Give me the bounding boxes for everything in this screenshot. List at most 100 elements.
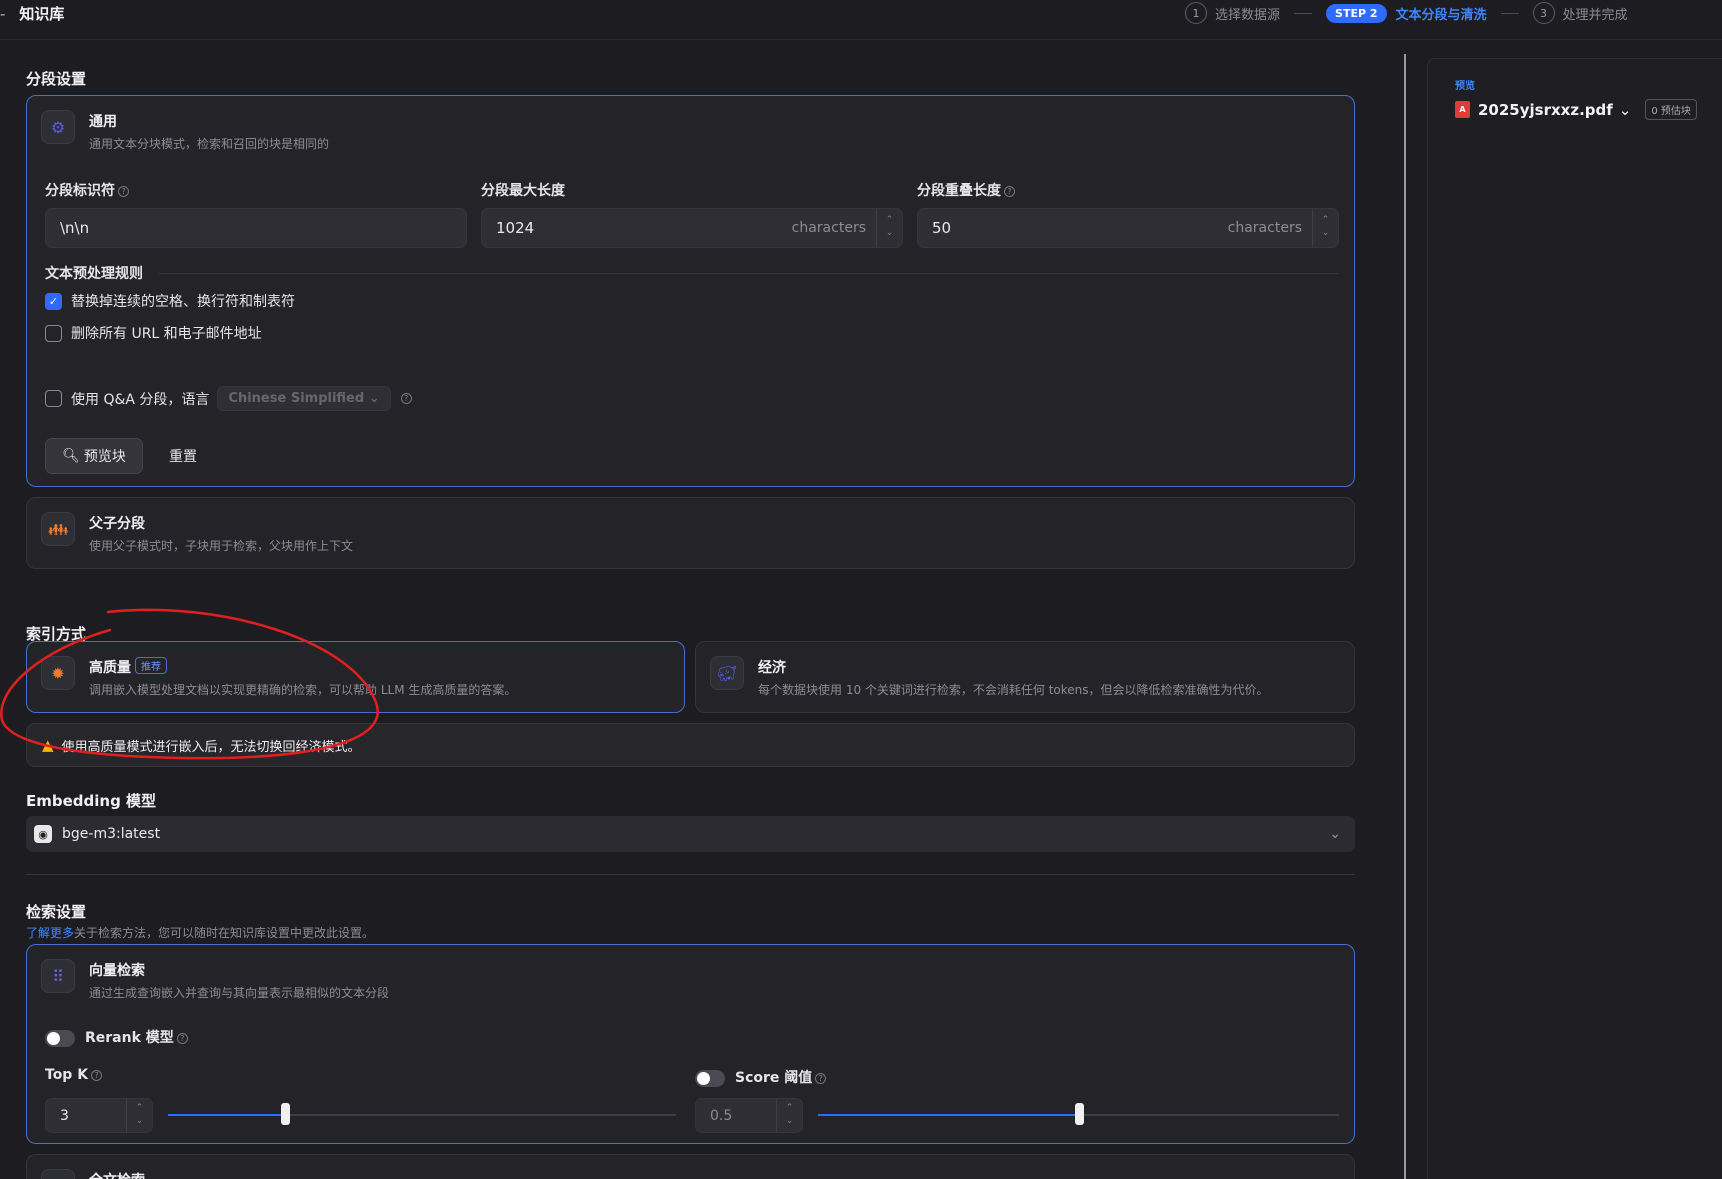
- info-icon[interactable]: ?: [118, 186, 129, 197]
- step-3-number: 3: [1532, 2, 1555, 24]
- pdf-icon: A: [1455, 101, 1470, 118]
- step-separator: [1294, 12, 1313, 14]
- high-quality-header: ✹ 高质量 推荐 调用嵌入模型处理文档以实现更精确的检索，可以帮助 LLM 生成高…: [41, 656, 516, 698]
- chevron-down-icon: ⌄: [1618, 100, 1632, 119]
- general-desc: 通用文本分块模式，检索和召回的块是相同的: [89, 137, 330, 151]
- vector-search-title: 向量检索: [89, 963, 145, 979]
- score-slider[interactable]: [818, 1103, 1339, 1125]
- separator-input[interactable]: \n\n: [45, 208, 467, 248]
- piggy-bank-icon: 🐖︎: [710, 656, 744, 690]
- fulltext-search-title: 全文检索: [89, 1170, 145, 1179]
- vector-search-header: ⠿ 向量检索 通过生成查询嵌入并查询与其向量表示最相似的文本分段: [41, 959, 389, 1001]
- stepper: 1 选择数据源 STEP 2 文本分段与清洗 3 处理并完成: [1185, 2, 1628, 24]
- learn-more-link[interactable]: 了解更多: [26, 926, 74, 940]
- gear-icon: ⚙: [41, 110, 75, 144]
- score-stepper[interactable]: ⌃ ⌄: [776, 1099, 802, 1132]
- check-icon[interactable]: ✓: [45, 292, 62, 310]
- max-length-label: 分段最大长度: [481, 183, 565, 199]
- topk-input[interactable]: 3 ⌃ ⌄: [45, 1098, 153, 1133]
- estimated-chunks-badge: 0 预估块: [1645, 99, 1697, 120]
- economy-desc: 每个数据块使用 10 个关键词进行检索，不会消耗任何 tokens，但会以降低检…: [758, 683, 1269, 697]
- info-icon[interactable]: ?: [400, 393, 412, 404]
- topk-slider-handle[interactable]: [281, 1103, 290, 1125]
- preview-panel: 预览 A 2025yjsrxxz.pdf ⌄ 0 预估块: [1427, 58, 1722, 1179]
- chevron-down-icon: ⌄: [1329, 826, 1341, 842]
- step-separator: [1500, 12, 1519, 14]
- economy-title: 经济: [758, 660, 786, 676]
- topk-slider[interactable]: [168, 1103, 676, 1125]
- economy-header: 🐖︎ 经济 每个数据块使用 10 个关键词进行检索，不会消耗任何 tokens，…: [710, 656, 1269, 698]
- qa-language-select[interactable]: Chinese Simplified ⌄: [217, 386, 391, 411]
- document-icon: ▤: [41, 1169, 75, 1179]
- qa-segment-row[interactable]: 使用 Q&A 分段，语言 Chinese Simplified ⌄ ?: [45, 386, 412, 411]
- grid-icon: ⠿: [41, 959, 75, 993]
- rerank-toggle[interactable]: [45, 1029, 75, 1047]
- page-title: - 知识库: [0, 5, 65, 23]
- checkbox-qa[interactable]: [45, 390, 62, 407]
- general-card-header: ⚙ 通用 通用文本分块模式，检索和召回的块是相同的: [41, 110, 329, 152]
- warning-icon: ▲: [42, 736, 54, 754]
- step-1-label: 选择数据源: [1215, 7, 1281, 23]
- economy-card[interactable]: 🐖︎ 经济 每个数据块使用 10 个关键词进行检索，不会消耗任何 tokens，…: [695, 641, 1355, 713]
- back-icon[interactable]: -: [0, 5, 5, 23]
- retrieval-hint: 了解更多关于检索方法，您可以随时在知识库设置中更改此设置。: [26, 926, 375, 940]
- fulltext-search-header: ▤ 全文检索: [41, 1169, 145, 1179]
- panel-resize-handle[interactable]: [1404, 54, 1406, 1179]
- high-quality-warning: ▲ 使用高质量模式进行嵌入后，无法切换回经济模式。: [26, 723, 1355, 767]
- step-3-label: 处理并完成: [1562, 7, 1628, 23]
- embedding-model-select[interactable]: ◉ bge-m3:latest ⌄: [26, 816, 1355, 852]
- step-2-label: 文本分段与清洗: [1395, 7, 1487, 23]
- overlap-input[interactable]: 50 characters ⌃ ⌄: [917, 208, 1339, 248]
- users-icon: 👪︎: [41, 512, 75, 546]
- preview-label: 预览: [1455, 81, 1475, 92]
- max-length-stepper[interactable]: ⌃ ⌄: [876, 209, 902, 247]
- retrieval-title: 检索设置: [26, 903, 87, 921]
- star-icon: ✹: [41, 656, 75, 690]
- llama-icon: ◉: [34, 825, 52, 843]
- segment-section-title: 分段设置: [26, 70, 87, 88]
- general-mode-card[interactable]: ⚙ 通用 通用文本分块模式，检索和召回的块是相同的 分段标识符? \n\n 分段…: [26, 95, 1355, 487]
- rule-url-row[interactable]: 删除所有 URL 和电子邮件地址: [45, 323, 262, 343]
- overlap-label: 分段重叠长度?: [917, 180, 1015, 200]
- fulltext-search-card[interactable]: ▤ 全文检索: [26, 1154, 1355, 1179]
- max-length-unit: characters: [791, 220, 866, 236]
- vector-search-desc: 通过生成查询嵌入并查询与其向量表示最相似的文本分段: [89, 986, 390, 1000]
- step-1-number: 1: [1185, 2, 1207, 24]
- info-icon[interactable]: ?: [1004, 186, 1015, 197]
- recommended-badge: 推荐: [135, 657, 167, 674]
- rerank-row: Rerank 模型?: [45, 1027, 188, 1047]
- vector-search-card[interactable]: ⠿ 向量检索 通过生成查询嵌入并查询与其向量表示最相似的文本分段 Rerank …: [26, 944, 1355, 1144]
- parent-child-mode-card[interactable]: 👪︎ 父子分段 使用父子模式时，子块用于检索，父块用作上下文: [26, 497, 1355, 569]
- checkbox-url[interactable]: [45, 324, 62, 342]
- high-quality-card[interactable]: ✹ 高质量 推荐 调用嵌入模型处理文档以实现更精确的检索，可以帮助 LLM 生成高…: [26, 641, 685, 713]
- rules-divider: [159, 273, 1339, 274]
- info-icon[interactable]: ?: [91, 1070, 103, 1081]
- topk-label: Top K?: [45, 1067, 103, 1083]
- overlap-stepper[interactable]: ⌃ ⌄: [1312, 209, 1338, 247]
- reset-button[interactable]: 重置: [153, 438, 213, 474]
- section-divider: [26, 874, 1355, 875]
- preview-chunks-button[interactable]: 🔍︎ 预览块: [45, 438, 143, 474]
- score-toggle[interactable]: [695, 1069, 725, 1087]
- preprocess-rules-label: 文本预处理规则: [45, 266, 143, 282]
- topk-stepper[interactable]: ⌃ ⌄: [126, 1099, 152, 1132]
- separator-label: 分段标识符?: [45, 180, 129, 200]
- info-icon[interactable]: ?: [815, 1073, 827, 1084]
- score-slider-handle[interactable]: [1075, 1103, 1084, 1125]
- high-quality-title: 高质量 推荐: [89, 657, 516, 677]
- rule-whitespace-row[interactable]: ✓ 替换掉连续的空格、换行符和制表符: [45, 291, 295, 311]
- parent-child-desc: 使用父子模式时，子块用于检索，父块用作上下文: [89, 539, 354, 553]
- general-title: 通用: [89, 114, 117, 130]
- info-icon[interactable]: ?: [176, 1033, 188, 1044]
- score-label: Score 阈值?: [695, 1067, 827, 1087]
- score-input[interactable]: 0.5 ⌃ ⌄: [695, 1098, 803, 1133]
- high-quality-desc: 调用嵌入模型处理文档以实现更精确的检索，可以帮助 LLM 生成高质量的答案。: [89, 683, 517, 697]
- step-2-pill: STEP 2: [1326, 3, 1387, 23]
- embedding-title: Embedding 模型: [26, 792, 157, 810]
- topk-slider-fill: [168, 1114, 285, 1116]
- top-bar: - 知识库 1 选择数据源 STEP 2 文本分段与清洗 3 处理并完成: [0, 0, 1722, 40]
- parent-child-title: 父子分段: [89, 516, 145, 532]
- score-slider-fill: [818, 1114, 1079, 1116]
- preview-file-select[interactable]: A 2025yjsrxxz.pdf ⌄ 0 预估块: [1455, 99, 1697, 120]
- max-length-input[interactable]: 1024 characters ⌃ ⌄: [481, 208, 903, 248]
